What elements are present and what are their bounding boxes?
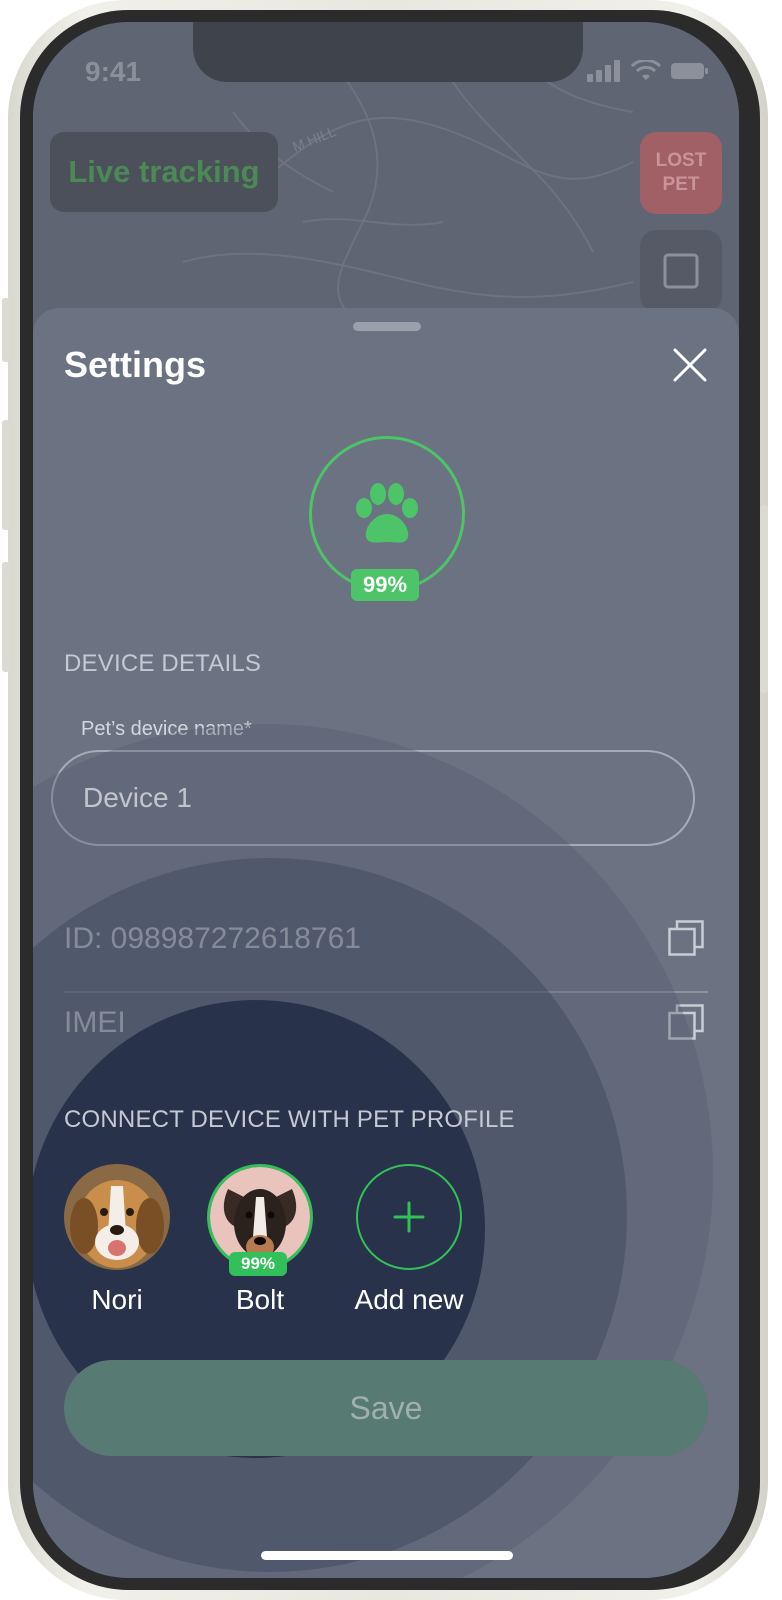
mute-switch: [2, 298, 10, 362]
sheet-grabber[interactable]: [353, 322, 421, 331]
lost-pet-label-line1: LOST: [655, 150, 707, 171]
volume-down-button: [2, 562, 10, 672]
map-street-label: M HILL: [290, 123, 338, 155]
battery-icon: [671, 63, 708, 79]
pet-bolt[interactable]: 99% Bolt: [207, 1164, 313, 1316]
square-icon: [663, 253, 699, 289]
status-time: 9:41: [85, 56, 142, 87]
status-bar: 9:41: [33, 52, 739, 92]
device-name-label: Pet’s device name*: [81, 718, 252, 740]
imei-text: IMEI: [64, 1006, 126, 1039]
pet-name-bolt: Bolt: [235, 1284, 285, 1315]
pet-bolt-battery-badge: 99%: [229, 1252, 287, 1276]
live-tracking-button[interactable]: Live tracking: [50, 132, 278, 212]
lost-pet-button[interactable]: LOST PET: [640, 132, 722, 214]
device-details-heading: DEVICE DETAILS: [64, 650, 262, 677]
paw-icon: [356, 483, 418, 543]
close-icon[interactable]: [671, 346, 709, 384]
device-name-field[interactable]: Device 1: [51, 750, 695, 846]
imei-row: IMEI: [64, 984, 708, 1064]
copy-icon[interactable]: [668, 920, 704, 956]
device-battery-badge: 99%: [351, 569, 419, 601]
screen: M HILL 9:41 Live tracking LOST PET Setti…: [33, 22, 739, 1578]
settings-title: Settings: [64, 344, 207, 385]
lost-pet-label-line2: PET: [662, 174, 700, 195]
pet-photo-nori: [64, 1164, 170, 1270]
pet-nori[interactable]: Nori: [64, 1164, 170, 1316]
home-indicator[interactable]: [261, 1551, 513, 1560]
save-button[interactable]: Save: [64, 1360, 708, 1456]
map-layers-button[interactable]: [640, 230, 722, 312]
copy-icon[interactable]: [668, 1004, 704, 1040]
connect-heading: CONNECT DEVICE WITH PET PROFILE: [64, 1106, 515, 1133]
device-id-text: ID: 098987272618761: [64, 922, 361, 955]
power-button: [760, 505, 768, 693]
plus-icon: [393, 1201, 425, 1233]
device-id-row: ID: 098987272618761: [64, 900, 708, 980]
add-new-label: Add new: [354, 1284, 464, 1315]
live-tracking-label: Live tracking: [68, 154, 260, 189]
signal-icon: [587, 60, 620, 82]
pet-name-nori: Nori: [91, 1284, 143, 1315]
settings-sheet: Settings 99% DEVICE DETAILS Pet’s device…: [33, 308, 739, 1578]
add-new-pet[interactable]: Add new: [349, 1164, 469, 1316]
wifi-icon: [631, 60, 661, 80]
status-icons: [587, 60, 709, 82]
volume-up-button: [2, 420, 10, 530]
device-name-value: Device 1: [83, 782, 192, 813]
add-new-button[interactable]: [356, 1164, 462, 1270]
